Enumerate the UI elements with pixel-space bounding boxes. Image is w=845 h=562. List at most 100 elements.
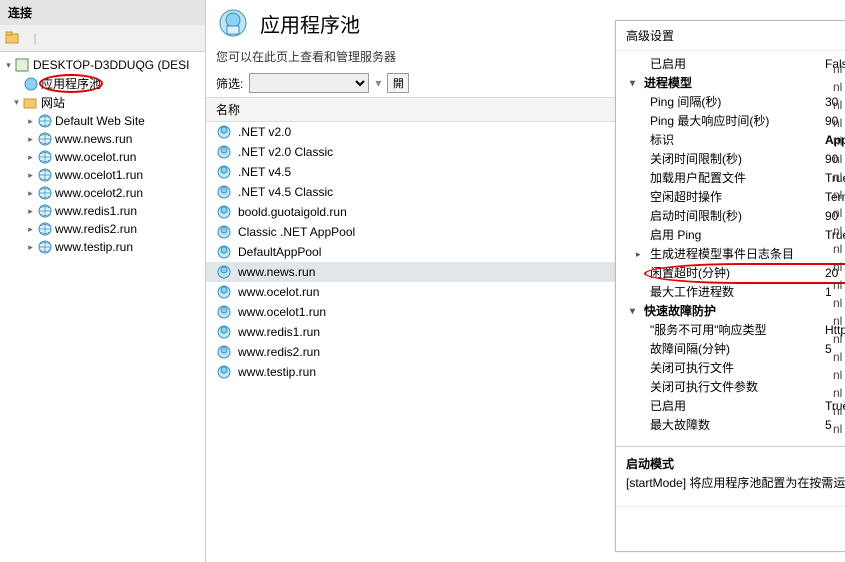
- chevron-down-icon[interactable]: ▾: [630, 75, 644, 92]
- chevron-down-icon[interactable]: ▾: [4, 61, 13, 70]
- property-row[interactable]: 关闭时间限制(秒)90: [616, 150, 845, 169]
- chevron-right-icon[interactable]: ▸: [26, 189, 35, 198]
- actions-strip-item: nl: [831, 96, 845, 114]
- property-row[interactable]: 已启用True: [616, 397, 845, 416]
- pool-item-label: boold.guotaigold.run: [238, 205, 347, 219]
- chevron-down-icon[interactable]: ▾: [12, 98, 21, 107]
- connections-tree: ▾ DESKTOP-D3DDUQG (DESI 应用程序池 ▾ 网站 ▸ Defa…: [0, 52, 205, 562]
- sites-folder-icon: [23, 95, 39, 111]
- actions-strip-item: nl: [831, 258, 845, 276]
- actions-strip-item: nl: [831, 132, 845, 150]
- pool-item-icon: [216, 204, 232, 220]
- property-row[interactable]: 已启用False: [616, 55, 845, 74]
- tree-site-item[interactable]: ▸www.news.run: [0, 130, 205, 148]
- tree-site-item[interactable]: ▸ Default Web Site: [0, 112, 205, 130]
- property-row[interactable]: 启动时间限制(秒)90: [616, 207, 845, 226]
- tree-site-item[interactable]: ▸www.redis1.run: [0, 202, 205, 220]
- chevron-right-icon[interactable]: ▸: [26, 225, 35, 234]
- actions-strip-item: nl: [831, 204, 845, 222]
- property-row[interactable]: ▸ 生成进程模型事件日志条目: [616, 245, 845, 264]
- pool-item-icon: [216, 264, 232, 280]
- pool-item-label: www.ocelot1.run: [238, 305, 326, 319]
- pool-item-icon: [216, 224, 232, 240]
- tree-sites-label: 网站: [41, 94, 65, 111]
- pool-item-label: www.testip.run: [238, 365, 316, 379]
- tree-app-pools[interactable]: 应用程序池: [0, 74, 205, 93]
- pool-item-icon: [216, 324, 232, 340]
- property-row[interactable]: 最大故障数5: [616, 416, 845, 435]
- connections-header: 连接: [0, 0, 205, 25]
- connections-toolbar: |: [0, 25, 205, 52]
- property-row[interactable]: 闲置超时(分钟)20: [616, 264, 845, 283]
- tree-site-item[interactable]: ▸www.ocelot1.run: [0, 166, 205, 184]
- pool-item-icon: [216, 124, 232, 140]
- property-row[interactable]: 空闲超时操作Terminate: [616, 188, 845, 207]
- chevron-right-icon[interactable]: ▸: [636, 246, 641, 263]
- globe-icon: [37, 203, 53, 219]
- tree-site-item[interactable]: ▸ www.ocelot.run: [0, 148, 205, 166]
- property-row[interactable]: "服务不可用"响应类型HttpLevel: [616, 321, 845, 340]
- property-row[interactable]: 关闭可执行文件参数: [616, 378, 845, 397]
- actions-strip-item: nl: [831, 240, 845, 258]
- dialog-buttons: 确定 取消: [616, 506, 845, 551]
- chevron-right-icon[interactable]: ▸: [26, 207, 35, 216]
- main-panel: 应用程序池 您可以在此页上查看和管理服务器 筛选: ▾ 開 ▼ 名称 .NET …: [206, 0, 845, 562]
- property-label: 故障间隔(分钟): [650, 341, 825, 358]
- property-row[interactable]: Ping 间隔(秒)30: [616, 93, 845, 112]
- property-label: 空闲超时操作: [650, 189, 825, 206]
- pool-item-icon: [216, 364, 232, 380]
- actions-strip-item: nl: [831, 222, 845, 240]
- chevron-right-icon[interactable]: ▸: [26, 171, 35, 180]
- property-row[interactable]: 最大工作进程数1: [616, 283, 845, 302]
- tree-site-item[interactable]: ▸www.redis2.run: [0, 220, 205, 238]
- property-row[interactable]: 关闭可执行文件: [616, 359, 845, 378]
- pool-item-icon: [216, 184, 232, 200]
- tree-root-label: DESKTOP-D3DDUQG (DESI: [33, 58, 189, 72]
- dialog-titlebar: 高级设置 ? ✕: [616, 21, 845, 51]
- actions-strip-item: nl: [831, 294, 845, 312]
- property-label: 已启用: [650, 56, 825, 73]
- filter-go-button[interactable]: 開: [387, 73, 409, 93]
- property-label: 关闭时间限制(秒): [650, 151, 825, 168]
- actions-strip-item: nl: [831, 276, 845, 294]
- property-row[interactable]: 标识ApplicationPoolIdentity: [616, 131, 845, 150]
- property-description: 启动模式 [startMode] 将应用程序池配置为在按需运行模式或始终运行模式…: [616, 446, 845, 506]
- actions-strip-item: nl: [831, 348, 845, 366]
- pool-item-label: www.news.run: [238, 265, 315, 279]
- folder-icon[interactable]: [4, 29, 22, 47]
- actions-strip-item: nl: [831, 168, 845, 186]
- tree-root[interactable]: ▾ DESKTOP-D3DDUQG (DESI: [0, 56, 205, 74]
- pool-item-icon: [216, 144, 232, 160]
- property-category[interactable]: ▾快速故障防护: [616, 302, 845, 321]
- connections-panel: 连接 | ▾ DESKTOP-D3DDUQG (DESI 应用程序池 ▾ 网站 …: [0, 0, 206, 562]
- property-label: 生成进程模型事件日志条目: [650, 246, 825, 263]
- chevron-right-icon[interactable]: ▸: [26, 243, 35, 252]
- pool-item-label: .NET v2.0 Classic: [238, 145, 333, 159]
- pool-item-icon: [216, 304, 232, 320]
- tree-site-item[interactable]: ▸www.ocelot2.run: [0, 184, 205, 202]
- property-row[interactable]: 加载用户配置文件True: [616, 169, 845, 188]
- actions-strip-item: nl: [831, 186, 845, 204]
- pool-item-icon: [216, 164, 232, 180]
- pool-item-label: Classic .NET AppPool: [238, 225, 355, 239]
- chevron-right-icon[interactable]: ▸: [26, 135, 35, 144]
- chevron-right-icon[interactable]: ▸: [26, 153, 35, 162]
- property-grid[interactable]: 已启用False▾进程模型Ping 间隔(秒)30Ping 最大响应时间(秒)9…: [616, 51, 845, 446]
- actions-strip-item: nl: [831, 402, 845, 420]
- tree-site-label: www.ocelot.run: [55, 150, 136, 164]
- tree-site-item[interactable]: ▸www.testip.run: [0, 238, 205, 256]
- property-row[interactable]: 故障间隔(分钟)5: [616, 340, 845, 359]
- tree-site-label: Default Web Site: [55, 114, 145, 128]
- chevron-down-icon[interactable]: ▾: [630, 303, 644, 320]
- filter-select[interactable]: [249, 73, 369, 93]
- pool-item-label: .NET v2.0: [238, 125, 291, 139]
- property-row[interactable]: Ping 最大响应时间(秒)90: [616, 112, 845, 131]
- app-pool-large-icon: [216, 6, 250, 40]
- property-category[interactable]: ▾进程模型: [616, 74, 845, 93]
- actions-strip-item: nl: [831, 420, 845, 438]
- app-pool-icon: [23, 76, 39, 92]
- tree-sites[interactable]: ▾ 网站: [0, 93, 205, 112]
- chevron-right-icon[interactable]: ▸: [26, 117, 35, 126]
- property-row[interactable]: 启用 PingTrue: [616, 226, 845, 245]
- actions-strip-item: nl: [831, 150, 845, 168]
